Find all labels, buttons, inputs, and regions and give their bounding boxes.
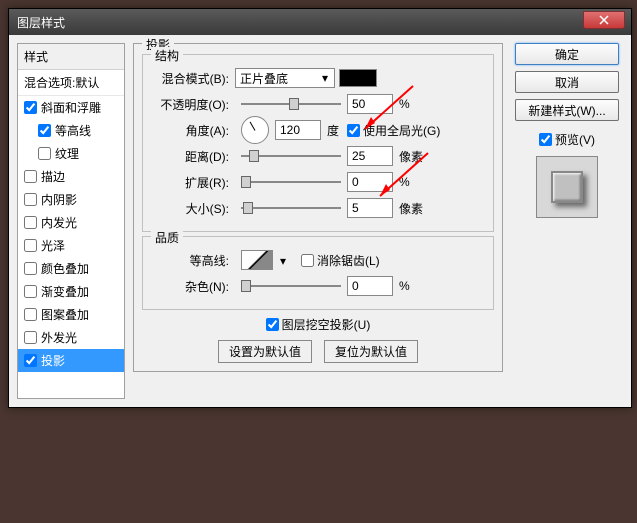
style-checkbox[interactable] xyxy=(24,262,37,275)
new-style-button[interactable]: 新建样式(W)... xyxy=(515,99,619,121)
shadow-color-swatch[interactable] xyxy=(339,69,377,87)
knockout-checkbox[interactable]: 图层挖空投影(U) xyxy=(266,316,371,333)
distance-input[interactable] xyxy=(347,146,393,166)
spread-unit: % xyxy=(399,175,410,189)
distance-label: 距离(D): xyxy=(151,148,229,165)
style-item-label: 内发光 xyxy=(41,214,77,231)
chevron-down-icon: ▾ xyxy=(280,254,286,268)
style-checkbox[interactable] xyxy=(24,170,37,183)
style-item-7[interactable]: 颜色叠加 xyxy=(18,257,124,280)
style-item-9[interactable]: 图案叠加 xyxy=(18,303,124,326)
set-default-button[interactable]: 设置为默认值 xyxy=(218,340,312,363)
style-item-label: 外发光 xyxy=(41,329,77,346)
drop-shadow-fieldset: 投影 结构 混合模式(B): 正片叠底 ▾ 不透明度(O): xyxy=(133,43,503,372)
distance-unit: 像素 xyxy=(399,148,423,165)
size-input[interactable] xyxy=(347,198,393,218)
style-checkbox[interactable] xyxy=(24,239,37,252)
style-checkbox[interactable] xyxy=(24,101,37,114)
style-item-label: 内阴影 xyxy=(41,191,77,208)
style-checkbox[interactable] xyxy=(24,308,37,321)
noise-unit: % xyxy=(399,279,410,293)
style-item-0[interactable]: 斜面和浮雕 xyxy=(18,96,124,119)
layer-style-dialog: 图层样式 样式 混合选项:默认 斜面和浮雕等高线纹理描边内阴影内发光光泽颜色叠加… xyxy=(8,8,632,408)
style-item-2[interactable]: 纹理 xyxy=(18,142,124,165)
style-item-label: 图案叠加 xyxy=(41,306,89,323)
antialias-input[interactable] xyxy=(301,254,314,267)
style-item-11[interactable]: 投影 xyxy=(18,349,124,372)
style-item-label: 纹理 xyxy=(55,145,79,162)
style-item-label: 渐变叠加 xyxy=(41,283,89,300)
reset-default-button[interactable]: 复位为默认值 xyxy=(324,340,418,363)
angle-unit: 度 xyxy=(327,122,339,139)
styles-list-panel: 样式 混合选项:默认 斜面和浮雕等高线纹理描边内阴影内发光光泽颜色叠加渐变叠加图… xyxy=(17,43,125,399)
style-item-label: 描边 xyxy=(41,168,65,185)
contour-picker[interactable]: ▾ xyxy=(241,250,273,270)
quality-group: 品质 等高线: ▾ 消除锯齿(L) 杂色(N): xyxy=(142,236,494,310)
structure-title: 结构 xyxy=(151,47,183,64)
preview-input[interactable] xyxy=(539,133,552,146)
style-checkbox[interactable] xyxy=(24,331,37,344)
angle-label: 角度(A): xyxy=(151,122,229,139)
preview-inner xyxy=(551,171,583,203)
size-label: 大小(S): xyxy=(151,200,229,217)
style-item-8[interactable]: 渐变叠加 xyxy=(18,280,124,303)
opacity-slider[interactable] xyxy=(241,96,341,112)
style-item-6[interactable]: 光泽 xyxy=(18,234,124,257)
style-checkbox[interactable] xyxy=(38,147,51,160)
blend-mode-value: 正片叠底 xyxy=(240,70,288,87)
noise-slider[interactable] xyxy=(241,278,341,294)
style-checkbox[interactable] xyxy=(24,216,37,229)
angle-input[interactable] xyxy=(275,120,321,140)
opacity-label: 不透明度(O): xyxy=(151,96,229,113)
blend-mode-label: 混合模式(B): xyxy=(151,70,229,87)
style-item-label: 投影 xyxy=(41,352,65,369)
dialog-title: 图层样式 xyxy=(17,14,65,31)
style-item-1[interactable]: 等高线 xyxy=(18,119,124,142)
noise-label: 杂色(N): xyxy=(151,278,229,295)
style-item-label: 光泽 xyxy=(41,237,65,254)
dialog-body: 样式 混合选项:默认 斜面和浮雕等高线纹理描边内阴影内发光光泽颜色叠加渐变叠加图… xyxy=(9,35,631,407)
spread-label: 扩展(R): xyxy=(151,174,229,191)
main-options-panel: 投影 结构 混合模式(B): 正片叠底 ▾ 不透明度(O): xyxy=(133,43,503,399)
blending-options-item[interactable]: 混合选项:默认 xyxy=(18,70,124,96)
style-item-4[interactable]: 内阴影 xyxy=(18,188,124,211)
ok-button[interactable]: 确定 xyxy=(515,43,619,65)
angle-dial[interactable] xyxy=(241,116,269,144)
style-checkbox[interactable] xyxy=(38,124,51,137)
opacity-input[interactable] xyxy=(347,94,393,114)
size-slider[interactable] xyxy=(241,200,341,216)
close-icon xyxy=(599,15,609,25)
preview-thumbnail xyxy=(536,156,598,218)
antialias-checkbox[interactable]: 消除锯齿(L) xyxy=(301,252,380,269)
quality-title: 品质 xyxy=(151,229,183,246)
opacity-unit: % xyxy=(399,97,410,111)
chevron-down-icon: ▾ xyxy=(318,71,332,85)
distance-slider[interactable] xyxy=(241,148,341,164)
contour-label: 等高线: xyxy=(151,252,229,269)
spread-input[interactable] xyxy=(347,172,393,192)
style-item-label: 等高线 xyxy=(55,122,91,139)
style-checkbox[interactable] xyxy=(24,354,37,367)
blend-mode-select[interactable]: 正片叠底 ▾ xyxy=(235,68,335,88)
cancel-button[interactable]: 取消 xyxy=(515,71,619,93)
style-checkbox[interactable] xyxy=(24,193,37,206)
preview-checkbox[interactable]: 预览(V) xyxy=(539,131,595,148)
style-checkbox[interactable] xyxy=(24,285,37,298)
style-item-3[interactable]: 描边 xyxy=(18,165,124,188)
global-light-checkbox[interactable]: 使用全局光(G) xyxy=(347,122,440,139)
style-item-label: 斜面和浮雕 xyxy=(41,99,101,116)
structure-group: 结构 混合模式(B): 正片叠底 ▾ 不透明度(O): % xyxy=(142,54,494,232)
knockout-input[interactable] xyxy=(266,318,279,331)
global-light-input[interactable] xyxy=(347,124,360,137)
style-item-10[interactable]: 外发光 xyxy=(18,326,124,349)
size-unit: 像素 xyxy=(399,200,423,217)
close-button[interactable] xyxy=(583,11,625,29)
styles-heading: 样式 xyxy=(18,44,124,70)
right-button-panel: 确定 取消 新建样式(W)... 预览(V) xyxy=(511,43,623,399)
style-item-5[interactable]: 内发光 xyxy=(18,211,124,234)
style-item-label: 颜色叠加 xyxy=(41,260,89,277)
noise-input[interactable] xyxy=(347,276,393,296)
spread-slider[interactable] xyxy=(241,174,341,190)
titlebar[interactable]: 图层样式 xyxy=(9,9,631,35)
